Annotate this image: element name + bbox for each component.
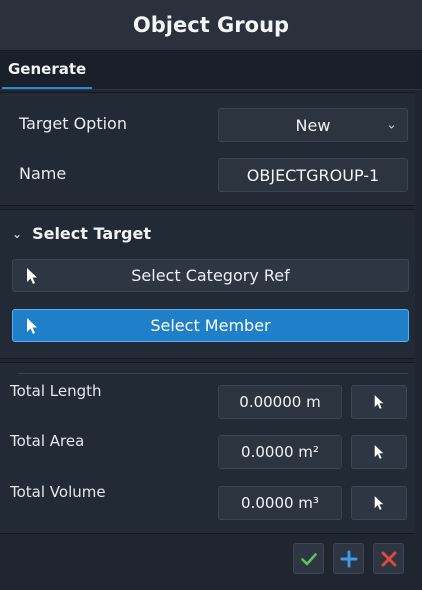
select-target-heading: Select Target (32, 224, 151, 243)
pointer-icon (27, 268, 37, 284)
name-field[interactable]: OBJECTGROUP-1 (218, 158, 408, 192)
target-option-label: Target Option (19, 114, 127, 133)
pointer-icon (374, 445, 384, 459)
confirm-button[interactable] (293, 543, 324, 574)
tab-generate[interactable]: Generate (2, 51, 92, 89)
pick-length-button[interactable] (351, 385, 407, 419)
pointer-icon (374, 395, 384, 409)
add-button[interactable] (333, 543, 364, 574)
target-option-select[interactable]: New ⌄ (218, 108, 408, 142)
tab-bar: Generate (0, 51, 422, 90)
divider (18, 373, 408, 374)
general-section: Target Option New ⌄ Name OBJECTGROUP-1 (0, 92, 415, 206)
totals-section: Total Length 0.00000 m Total Area 0.0000… (0, 362, 415, 534)
pick-volume-button[interactable] (351, 486, 407, 520)
name-value: OBJECTGROUP-1 (246, 165, 380, 185)
select-member-button[interactable]: Select Member (12, 309, 409, 342)
select-member-label: Select Member (150, 316, 271, 335)
checkmark-icon (300, 552, 317, 565)
select-category-ref-button[interactable]: Select Category Ref (12, 259, 409, 292)
target-option-value: New (295, 115, 331, 135)
panel-title: Object Group (0, 0, 422, 51)
total-area-field: 0.0000 m² (218, 435, 342, 469)
pick-area-button[interactable] (351, 435, 407, 469)
chevron-down-icon: ⌄ (386, 117, 397, 133)
total-volume-label: Total Volume (10, 483, 106, 501)
total-length-label: Total Length (10, 382, 102, 400)
close-icon (381, 551, 396, 566)
cancel-button[interactable] (373, 543, 404, 574)
total-volume-field: 0.0000 m³ (218, 486, 342, 520)
pointer-icon (27, 318, 37, 334)
total-length-field: 0.00000 m (218, 385, 342, 419)
name-label: Name (19, 164, 67, 183)
pointer-icon (374, 496, 384, 510)
total-area-label: Total Area (10, 432, 85, 450)
select-category-ref-label: Select Category Ref (131, 266, 290, 285)
select-target-header[interactable]: ⌄ Select Target (12, 224, 151, 243)
plus-icon (340, 550, 357, 567)
action-bar (0, 536, 422, 590)
chevron-down-icon: ⌄ (12, 226, 23, 241)
select-target-section: ⌄ Select Target Select Category Ref Sele… (0, 209, 415, 359)
object-group-panel: Object Group Generate Target Option New … (0, 0, 422, 590)
